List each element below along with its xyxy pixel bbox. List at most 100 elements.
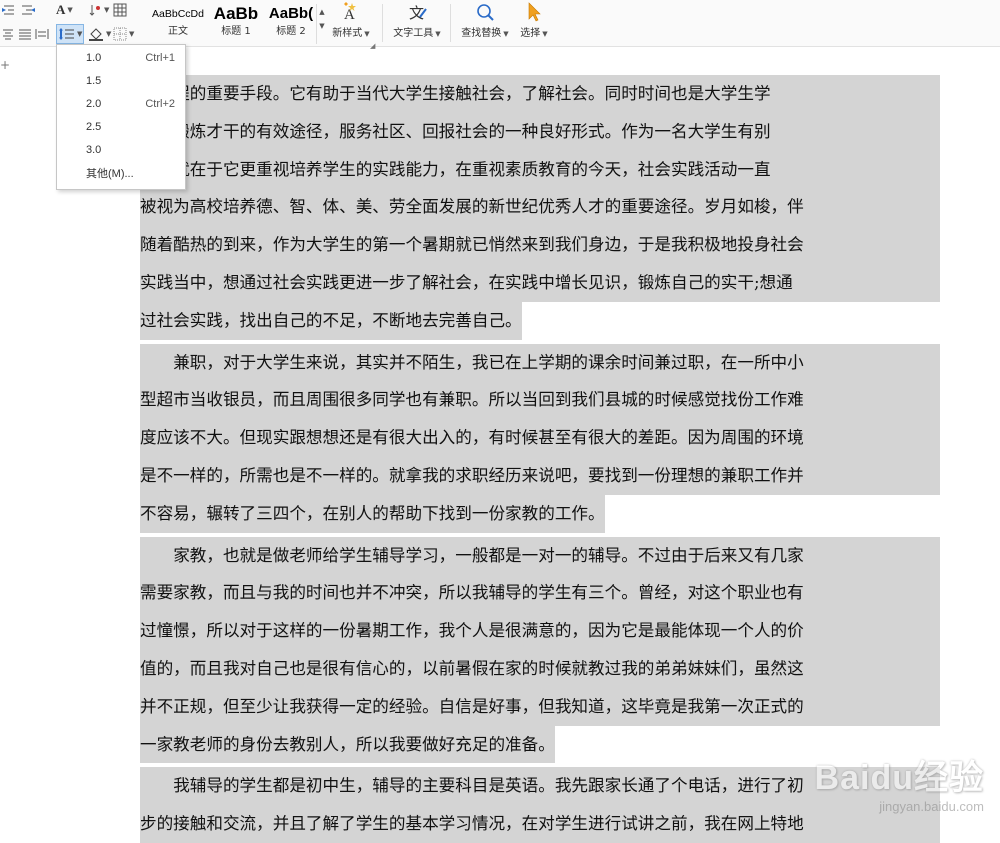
option-value: 3.0 bbox=[86, 144, 102, 156]
selected-text-line: 需要家教，而且与我的时间也并不冲突，所以我辅导的学生有三个。曾经，对这个职业也有 bbox=[140, 574, 940, 613]
increase-indent-button[interactable] bbox=[20, 1, 36, 19]
selected-text-line: 识、锻炼才干的有效途径，服务社区、回报社会的一种良好形式。作为一名大学生有别 bbox=[140, 112, 940, 151]
divider bbox=[382, 4, 383, 42]
paragraph: 兼职，对于大学生来说，其实并不陌生，我已在上学期的课余时间兼过职，在一所中小 型超… bbox=[140, 343, 940, 537]
selected-text-line: 型超市当收银员，而且周围很多同学也有兼职。所以当回到我们县城的时候感觉找份工作难 bbox=[140, 381, 940, 420]
style-normal[interactable]: AaBbCcDd 正文 bbox=[149, 4, 207, 38]
font-grow-button[interactable]: A ▼ bbox=[56, 1, 73, 19]
style-preview: AaBb bbox=[213, 4, 259, 23]
style-heading-1[interactable]: AaBb 标题 1 bbox=[207, 4, 265, 38]
sort-icon bbox=[89, 5, 100, 16]
chevron-down-icon: ▼ bbox=[364, 30, 370, 38]
selected-text-line: 是不一样的，所需也是不一样的。就拿我的求职经历来说吧，要找到一份理想的兼职工作并 bbox=[140, 456, 940, 495]
sort-button[interactable]: ▼ bbox=[88, 1, 109, 19]
chevron-down-icon: ▼ bbox=[104, 6, 110, 14]
divider bbox=[450, 4, 451, 42]
watermark: Baidu经验 jingyan.baidu.com bbox=[815, 750, 984, 814]
line-spacing-option[interactable]: 其他(M)... bbox=[57, 162, 183, 184]
option-value: 1.5 bbox=[86, 75, 102, 87]
text-tools-button[interactable]: 文 文字工具 ▼ bbox=[388, 0, 446, 44]
watermark-url: jingyan.baidu.com bbox=[879, 799, 984, 814]
new-style-icon: A bbox=[330, 0, 372, 24]
style-heading-2[interactable]: AaBb( 标题 2 bbox=[265, 4, 317, 38]
distribute-button[interactable] bbox=[34, 25, 50, 43]
chevron-up-icon: ▲ bbox=[319, 8, 325, 16]
option-shortcut: Ctrl+2 bbox=[145, 98, 175, 110]
chevron-down-icon: ▼ bbox=[106, 30, 112, 38]
option-value: 1.0 bbox=[86, 52, 102, 64]
align-distribute-icon bbox=[35, 29, 49, 39]
new-style-label: 新样式 bbox=[332, 28, 363, 39]
selected-text-line: 学生就在于它更重视培养学生的实践能力，在重视素质教育的今天，社会实践活动一直 bbox=[140, 150, 940, 189]
selected-text-line: 不容易，辗转了三四个，在别人的帮助下找到一份家教的工作。 bbox=[140, 494, 605, 533]
font-grow-icon: A bbox=[56, 2, 66, 17]
style-label: 正文 bbox=[168, 26, 188, 37]
align-center-icon bbox=[3, 29, 13, 40]
style-preview: AaBb( bbox=[268, 5, 314, 22]
paragraph: 家教，也就是做老师给学生辅导学习，一般都是一对一的辅导。不过由于后来又有几家 需要… bbox=[140, 536, 940, 768]
table-button[interactable] bbox=[113, 1, 127, 19]
cursor-arrow-icon bbox=[516, 0, 552, 24]
new-style-button[interactable]: A 新样式 ▼ bbox=[330, 0, 372, 44]
option-value: 2.0 bbox=[86, 98, 102, 110]
line-spacing-icon bbox=[59, 28, 74, 40]
style-preview: AaBbCcDd bbox=[152, 8, 204, 20]
decrease-indent-button[interactable] bbox=[0, 1, 16, 19]
justify-button[interactable] bbox=[17, 25, 33, 43]
option-value: 其他(M)... bbox=[86, 168, 134, 180]
find-replace-icon bbox=[456, 0, 514, 24]
option-shortcut: Ctrl+1 bbox=[145, 52, 175, 64]
chevron-down-icon: ▼ bbox=[435, 30, 441, 38]
select-label: 选择 bbox=[520, 28, 541, 39]
selected-text-line: 兼职，对于大学生来说，其实并不陌生，我已在上学期的课余时间兼过职，在一所中小 bbox=[140, 343, 940, 382]
chevron-down-icon: ▼ bbox=[77, 30, 83, 38]
align-center-button[interactable] bbox=[0, 25, 16, 43]
find-replace-button[interactable]: 查找替换 ▼ bbox=[456, 0, 514, 44]
chevron-down-icon: ▼ bbox=[542, 30, 548, 38]
line-spacing-option[interactable]: 3.0 bbox=[57, 139, 183, 161]
style-label: 标题 2 bbox=[276, 26, 306, 37]
ruler-plus-icon[interactable]: + bbox=[0, 58, 10, 72]
text-tools-icon: 文 bbox=[388, 0, 446, 24]
document-body[interactable]: 育进程的重要手段。它有助于当代大学生接触社会，了解社会。同时时间也是大学生学 识、… bbox=[140, 75, 940, 843]
dialog-launcher-icon[interactable]: ◢ bbox=[370, 42, 375, 50]
baidu-watermark-logo: Baidu经验 bbox=[814, 759, 984, 797]
line-spacing-option[interactable]: 1.0 Ctrl+1 bbox=[57, 47, 183, 69]
ribbon-toolbar: A ▼ ▼ ▼ ▼ ▼ AaBbCcDd 正文 AaBb 标题 1 AaBb(… bbox=[0, 0, 1000, 50]
text-tools-label: 文字工具 bbox=[393, 28, 434, 39]
selected-text-line: 育进程的重要手段。它有助于当代大学生接触社会，了解社会。同时时间也是大学生学 bbox=[140, 75, 940, 113]
selected-text-line: 实践当中，想通过社会实践更进一步了解社会，在实践中增长见识，锻炼自己的实干;想通 bbox=[140, 263, 940, 302]
line-spacing-option[interactable]: 2.5 bbox=[57, 116, 183, 138]
borders-button[interactable]: ▼ bbox=[113, 25, 134, 43]
line-spacing-menu: 1.0 Ctrl+1 1.5 2.0 Ctrl+2 2.5 3.0 其他(M)... bbox=[56, 44, 186, 190]
table-grid-icon bbox=[113, 3, 127, 17]
chevron-down-icon: ▼ bbox=[503, 30, 509, 38]
style-gallery-scroll[interactable]: ▲ ▼ bbox=[316, 4, 327, 44]
selected-text-line: 度应该不大。但现实跟想想还是有很大出入的，有时候甚至有很大的差距。因为周围的环境 bbox=[140, 419, 940, 457]
indent-increase-icon bbox=[22, 5, 35, 15]
selected-text-line: 被视为高校培养德、智、体、美、劳全面发展的新世纪优秀人才的重要途径。岁月如梭，伴 bbox=[140, 188, 940, 227]
style-label: 标题 1 bbox=[221, 26, 251, 37]
find-replace-label: 查找替换 bbox=[461, 28, 502, 39]
paragraph: 育进程的重要手段。它有助于当代大学生接触社会，了解社会。同时时间也是大学生学 识、… bbox=[140, 75, 940, 344]
selected-text-line: 值的，而且我对自己也是很有信心的，以前暑假在家的时候就教过我的弟弟妹妹们，虽然这 bbox=[140, 649, 940, 688]
line-spacing-button[interactable]: ▼ bbox=[56, 24, 84, 44]
style-gallery: AaBbCcDd 正文 AaBb 标题 1 AaBb( 标题 2 bbox=[147, 2, 327, 44]
border-icon bbox=[113, 27, 127, 41]
selected-text-line: 随着酷热的到来，作为大学生的第一个暑期就已悄然来到我们身边，于是我积极地投身社会 bbox=[140, 226, 940, 264]
selected-text-line: 过憧憬，所以对于这样的一份暑期工作，我个人是很满意的，因为它是最能体现一个人的价 bbox=[140, 612, 940, 650]
chevron-down-icon: ▼ bbox=[67, 6, 73, 14]
shading-button[interactable]: ▼ bbox=[88, 25, 111, 43]
line-spacing-option[interactable]: 1.5 bbox=[57, 70, 183, 92]
selected-text-line: 家教，也就是做老师给学生辅导学习，一般都是一对一的辅导。不过由于后来又有几家 bbox=[140, 536, 940, 575]
chevron-down-icon: ▼ bbox=[319, 22, 325, 30]
selected-text-line: 并不正规，但至少让我获得一定的经验。自信是好事，但我知道，这毕竟是我第一次正式的 bbox=[140, 687, 940, 726]
option-value: 2.5 bbox=[86, 121, 102, 133]
chevron-down-icon: ▼ bbox=[129, 30, 135, 38]
align-justify-icon bbox=[19, 29, 31, 40]
selected-text-line: 过社会实践，找出自己的不足，不断地去完善自己。 bbox=[140, 301, 522, 340]
select-button[interactable]: 选择 ▼ bbox=[516, 0, 552, 44]
selected-text-line: 一家教老师的身份去教别人，所以我要做好充足的准备。 bbox=[140, 725, 555, 764]
line-spacing-option[interactable]: 2.0 Ctrl+2 bbox=[57, 93, 183, 115]
indent-decrease-icon bbox=[2, 5, 14, 15]
